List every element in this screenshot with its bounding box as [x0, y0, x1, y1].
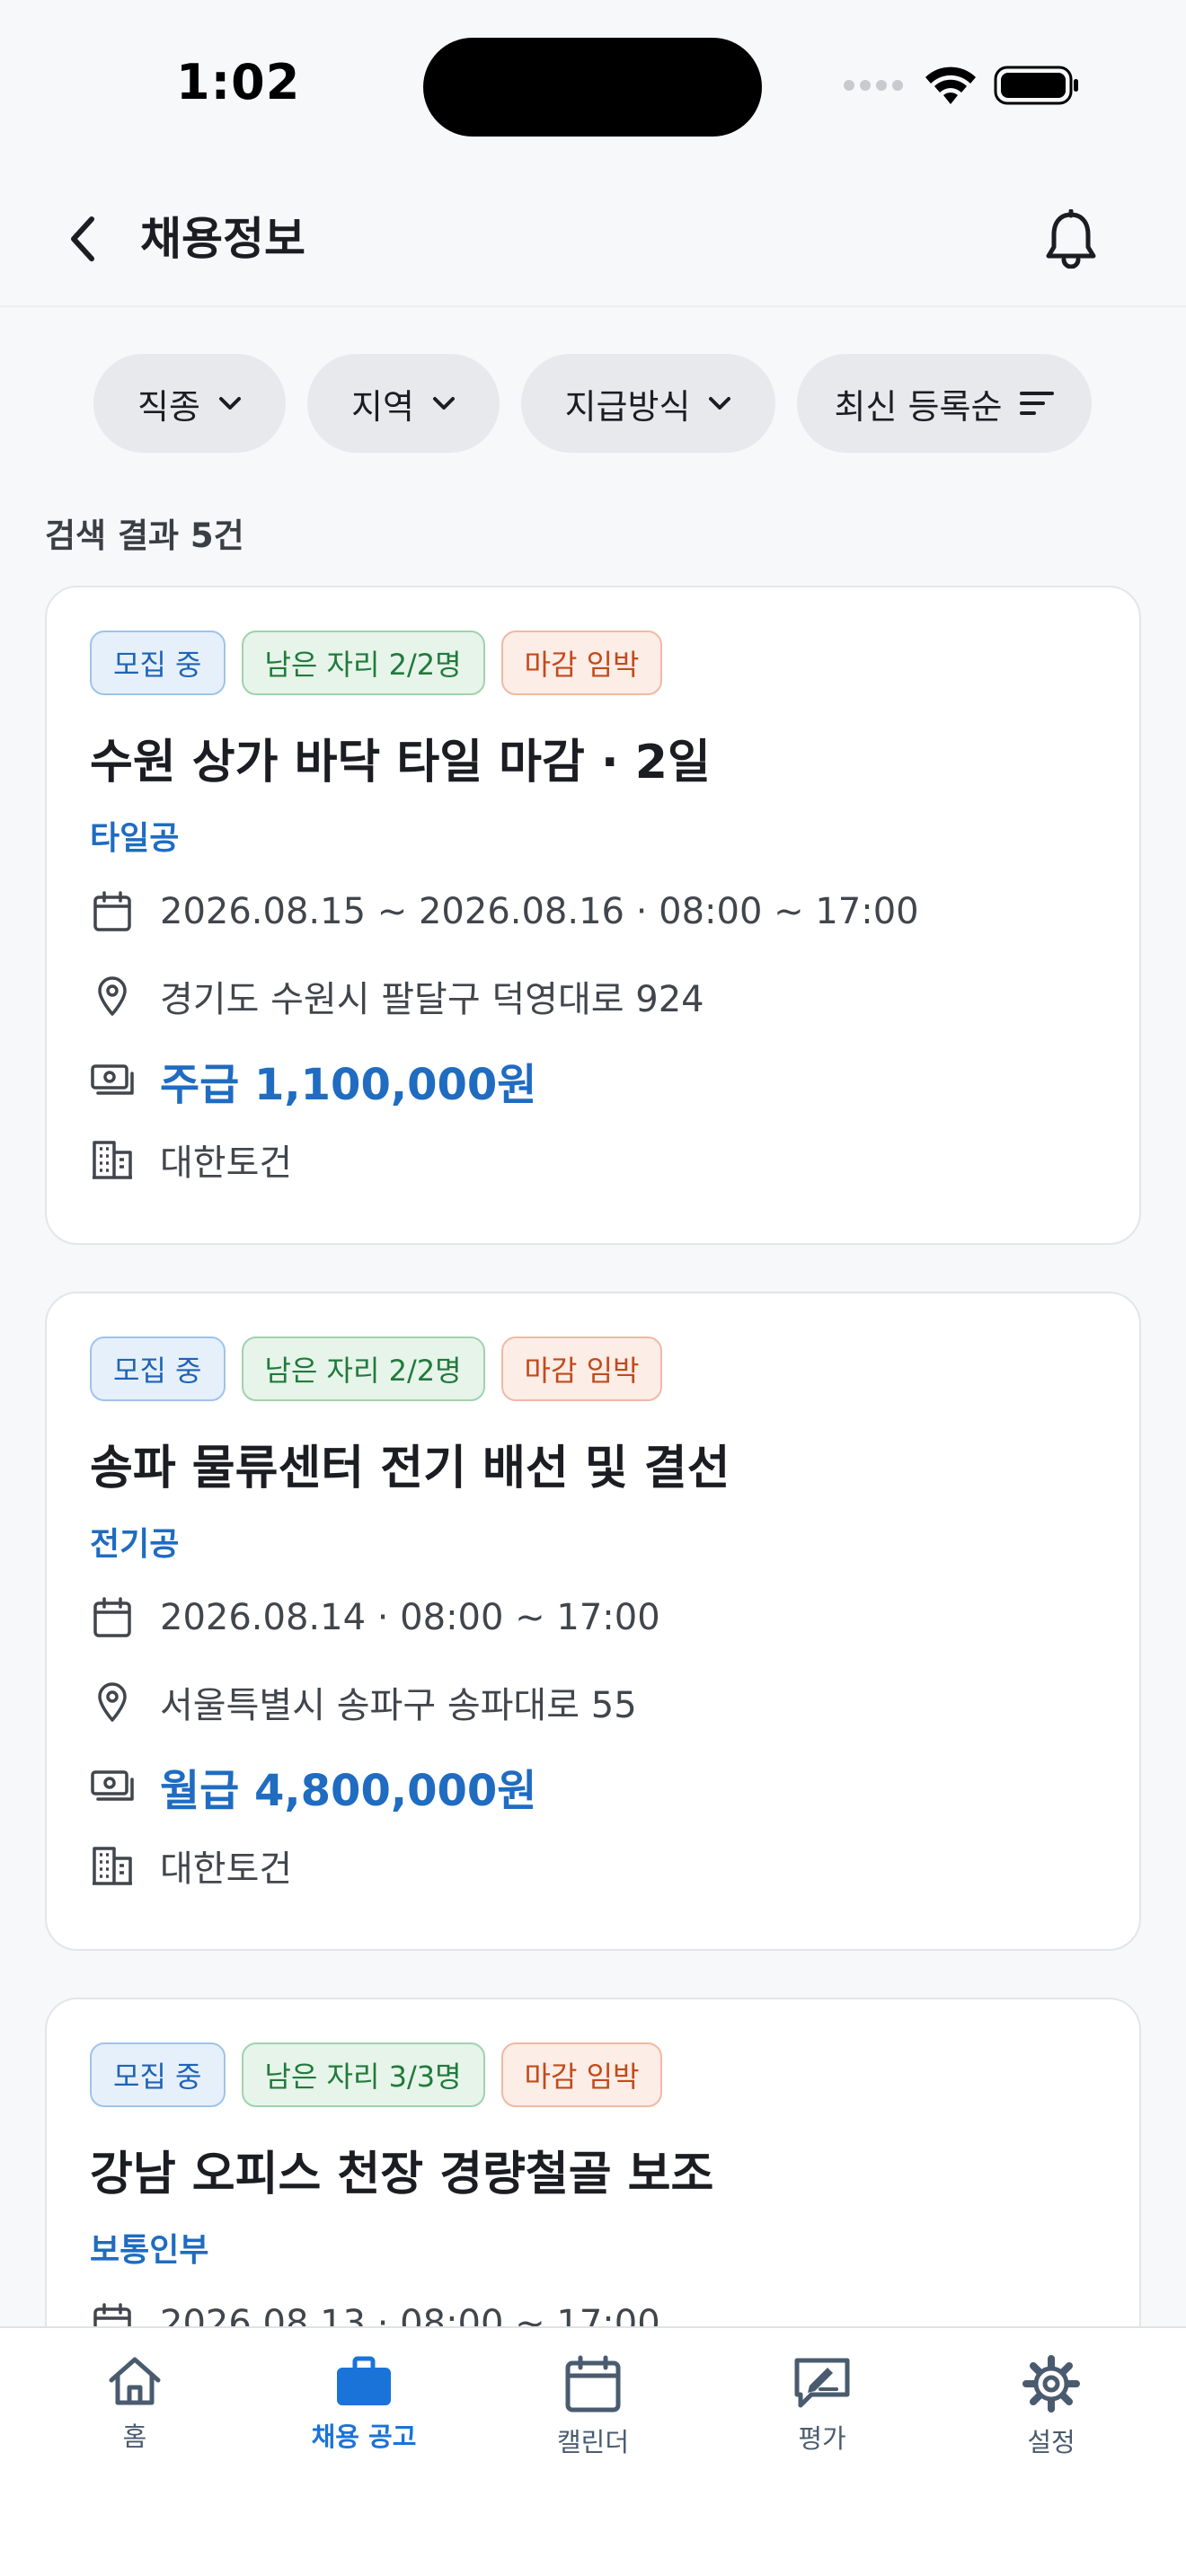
- location-text: 서울특별시 송파구 송파대로 55: [160, 1685, 637, 1726]
- battery-icon: [994, 66, 1078, 105]
- job-trade: 전기공: [90, 1526, 180, 1563]
- notification-button[interactable]: [1035, 203, 1107, 275]
- dynamic-island: [423, 38, 762, 137]
- status-icons: [843, 63, 1080, 108]
- gear-icon: [1022, 2355, 1080, 2413]
- badge-row: 모집 중 남은 자리 2/2명 마감 임박: [90, 1337, 663, 1401]
- job-card[interactable]: 모집 중 남은 자리 2/2명 마감 임박 수원 상가 바닥 타일 마감 · 2…: [45, 586, 1141, 1245]
- app-header: 채용정보: [0, 171, 1186, 307]
- briefcase-icon: [337, 2356, 391, 2405]
- page-title: 채용정보: [140, 213, 305, 265]
- wifi-icon: [925, 66, 976, 104]
- chevron-left-icon: [71, 216, 94, 261]
- calendar-icon: [565, 2355, 621, 2413]
- tab-reviews[interactable]: 평가: [723, 2355, 921, 2456]
- tab-settings[interactable]: 설정: [952, 2355, 1150, 2459]
- tab-home[interactable]: 홈: [36, 2355, 234, 2454]
- tab-label: 채용 공고: [311, 2422, 417, 2452]
- pay-text: 주급 1,100,000원: [160, 1060, 537, 1110]
- job-title: 수원 상가 바닥 타일 마감 · 2일: [90, 736, 711, 790]
- home-icon: [109, 2357, 161, 2405]
- result-count: 검색 결과 5건: [45, 516, 244, 555]
- job-title: 송파 물류센터 전기 배선 및 결선: [90, 1442, 730, 1495]
- filter-region[interactable]: 지역: [307, 354, 500, 453]
- job-card[interactable]: 모집 중 남은 자리 2/2명 마감 임박 송파 물류센터 전기 배선 및 결선…: [45, 1292, 1141, 1951]
- sort-button[interactable]: 최신 등록순: [797, 354, 1092, 453]
- slots-badge: 남은 자리 3/3명: [241, 2042, 485, 2107]
- tab-label: 홈: [122, 2422, 147, 2452]
- date-text: 2026.08.15 ~ 2026.08.16 · 08:00 ~ 17:00: [160, 891, 919, 932]
- cash-icon: [91, 1064, 134, 1095]
- status-time: 1:02: [176, 54, 301, 110]
- status-badge: 모집 중: [90, 2042, 226, 2107]
- location-pin-icon: [98, 1682, 127, 1722]
- review-icon: [794, 2358, 850, 2408]
- status-badge: 모집 중: [90, 631, 226, 695]
- location-pin-icon: [98, 976, 127, 1016]
- location-row: 서울특별시 송파구 송파대로 55: [90, 1676, 637, 1728]
- job-trade: 보통인부: [90, 2232, 209, 2269]
- date-row: 2026.08.14 · 08:00 ~ 17:00: [90, 1595, 660, 1640]
- slots-badge: 남은 자리 2/2명: [241, 1337, 485, 1401]
- company-text: 대한토건: [160, 1142, 293, 1184]
- tab-calendar[interactable]: 캘린더: [494, 2355, 692, 2459]
- pay-text: 월급 4,800,000원: [160, 1766, 537, 1816]
- chevron-down-icon: [432, 397, 455, 410]
- filter-label: 직종: [137, 386, 200, 427]
- location-row: 경기도 수원시 팔달구 덕영대로 924: [90, 970, 704, 1022]
- location-text: 경기도 수원시 팔달구 덕영대로 924: [160, 979, 704, 1020]
- status-bar: 1:02: [0, 0, 1186, 171]
- date-row: 2026.08.15 ~ 2026.08.16 · 08:00 ~ 17:00: [90, 889, 919, 934]
- back-button[interactable]: [50, 207, 115, 271]
- signal-icon: [844, 80, 903, 91]
- bell-icon: [1046, 209, 1096, 269]
- filter-label: 지급방식: [564, 386, 691, 427]
- building-icon: [93, 1141, 132, 1179]
- bottom-tab-bar: 홈 채용 공고 캘린더 평가 설정: [0, 2326, 1186, 2576]
- company-row: 대한토건: [90, 1134, 292, 1186]
- chevron-down-icon: [709, 397, 731, 410]
- date-text: 2026.08.14 · 08:00 ~ 17:00: [160, 1597, 660, 1638]
- company-row: 대한토건: [90, 1839, 292, 1892]
- job-title: 강남 오피스 천장 경량철골 보조: [90, 2148, 714, 2201]
- tab-label: 캘린더: [556, 2427, 630, 2457]
- badge-row: 모집 중 남은 자리 3/3명 마감 임박: [90, 2042, 663, 2107]
- sort-icon: [1020, 392, 1055, 415]
- building-icon: [93, 1847, 132, 1885]
- tab-job-posts[interactable]: 채용 공고: [265, 2355, 463, 2454]
- deadline-badge: 마감 임박: [500, 1337, 663, 1401]
- sort-label: 최신 등록순: [834, 386, 1003, 427]
- filter-payment-method[interactable]: 지급방식: [521, 354, 775, 453]
- slots-badge: 남은 자리 2/2명: [241, 631, 485, 695]
- deadline-badge: 마감 임박: [500, 2042, 663, 2107]
- filter-job-type[interactable]: 직종: [93, 354, 286, 453]
- pay-row: 주급 1,100,000원: [90, 1049, 536, 1112]
- filter-bar: 직종 지역 지급방식 최신 등록순: [93, 354, 1092, 453]
- tab-label: 평가: [798, 2423, 846, 2454]
- badge-row: 모집 중 남은 자리 2/2명 마감 임박: [90, 631, 663, 695]
- screen: 1:02 채용정보 직종 지역 지급방식 최신 등록순 검색 결과 5건 모집 …: [0, 0, 1186, 2576]
- job-trade: 타일공: [90, 820, 180, 857]
- tab-label: 설정: [1027, 2427, 1075, 2457]
- calendar-icon: [93, 1597, 131, 1637]
- status-badge: 모집 중: [90, 1337, 226, 1401]
- company-text: 대한토건: [160, 1848, 293, 1890]
- chevron-down-icon: [218, 397, 241, 410]
- cash-icon: [91, 1770, 134, 1801]
- deadline-badge: 마감 임박: [500, 631, 663, 695]
- pay-row: 월급 4,800,000원: [90, 1755, 536, 1818]
- filter-label: 지역: [351, 386, 414, 427]
- calendar-icon: [93, 891, 131, 931]
